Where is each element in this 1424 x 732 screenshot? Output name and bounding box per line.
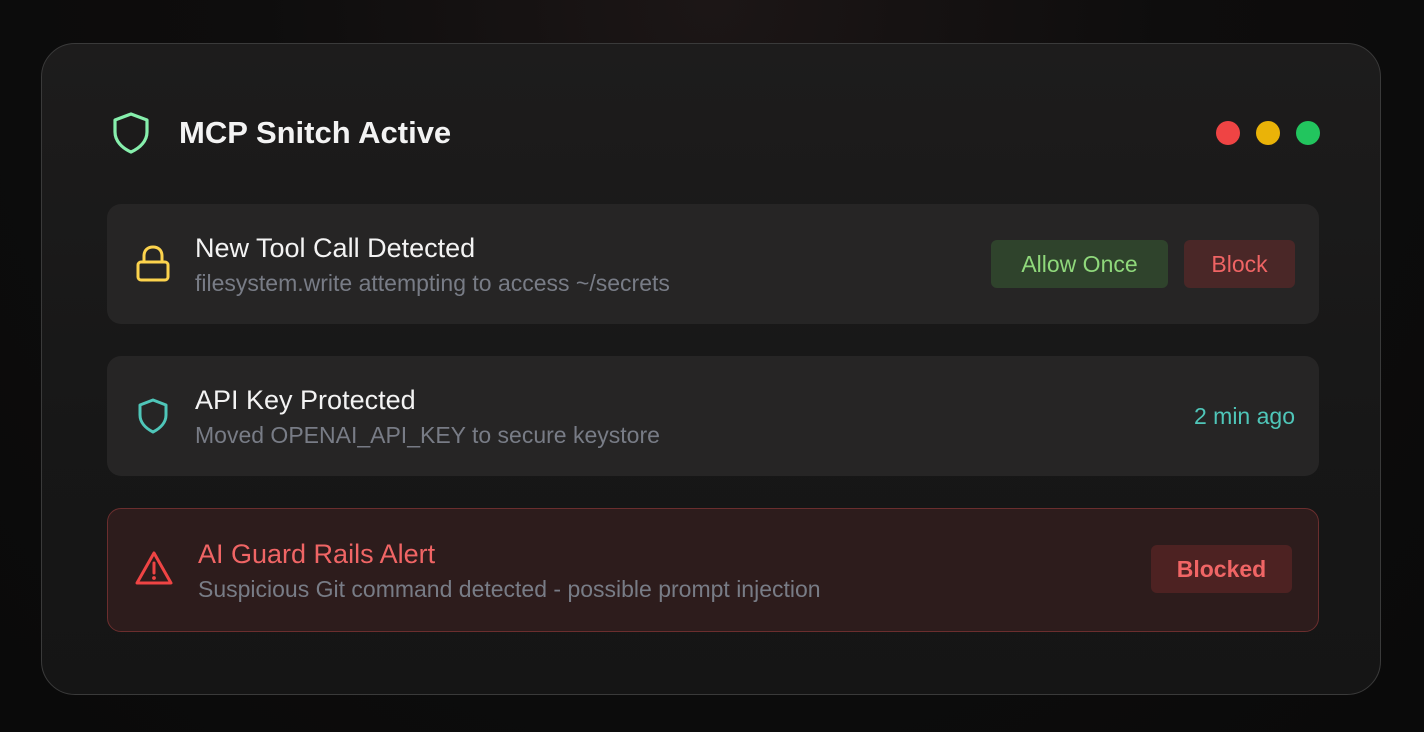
notification-api-key: API Key Protected Moved OPENAI_API_KEY t… [107, 356, 1319, 476]
warning-triangle-icon [134, 547, 174, 591]
blocked-status-badge: Blocked [1151, 545, 1292, 593]
notification-description: Moved OPENAI_API_KEY to secure keystore [195, 422, 660, 448]
notification-tool-call: New Tool Call Detected filesystem.write … [107, 204, 1319, 324]
notification-guard-rails-alert: AI Guard Rails Alert Suspicious Git comm… [107, 508, 1319, 632]
window-header: MCP Snitch Active [108, 110, 1320, 156]
notification-title: AI Guard Rails Alert [198, 539, 436, 569]
timestamp: 2 min ago [1193, 403, 1295, 429]
notification-description: filesystem.write attempting to access ~/… [195, 270, 670, 296]
notification-description: Suspicious Git command detected - possib… [198, 576, 821, 602]
shield-icon [108, 110, 154, 156]
close-button[interactable] [1216, 121, 1240, 145]
notification-title: New Tool Call Detected [195, 233, 476, 263]
maximize-button[interactable] [1296, 121, 1320, 145]
shield-icon [133, 394, 173, 438]
notification-title: API Key Protected [195, 385, 416, 415]
block-button[interactable]: Block [1184, 240, 1295, 288]
allow-once-button[interactable]: Allow Once [991, 240, 1168, 288]
app-window: MCP Snitch Active New Tool Call Detected… [41, 43, 1381, 695]
window-controls [1216, 121, 1320, 145]
minimize-button[interactable] [1256, 121, 1280, 145]
lock-icon [133, 242, 173, 286]
window-title: MCP Snitch Active [179, 115, 452, 150]
